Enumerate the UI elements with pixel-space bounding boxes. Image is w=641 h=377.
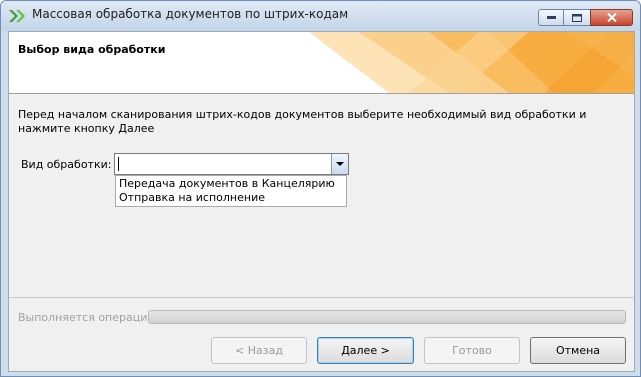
title-bar[interactable]: Массовая обработка документов по штрих-к… xyxy=(1,1,640,31)
wizard-window: Массовая обработка документов по штрих-к… xyxy=(0,0,641,377)
close-button[interactable] xyxy=(590,9,633,26)
footer-divider xyxy=(9,297,634,298)
dropdown-button[interactable] xyxy=(331,154,348,174)
progress-label: Выполняется операция xyxy=(18,311,154,324)
header-divider xyxy=(9,93,634,94)
window-title: Массовая обработка документов по штрих-к… xyxy=(32,7,349,21)
cancel-button[interactable]: Отмена xyxy=(530,337,626,364)
wizard-client-area: Выбор вида обработки Перед началом скани… xyxy=(8,31,635,372)
finish-button[interactable]: Готово xyxy=(424,337,520,364)
maximize-icon xyxy=(572,13,582,22)
window-controls xyxy=(538,9,633,26)
instruction-text: Перед началом сканирования штрих-кодов д… xyxy=(18,108,587,135)
next-button[interactable]: Далее > xyxy=(317,337,414,364)
double-chevron-right-icon xyxy=(9,10,25,22)
dropdown-option-execution[interactable]: Отправка на исполнение xyxy=(119,191,265,204)
back-button[interactable]: < Назад xyxy=(211,337,307,364)
step-title: Выбор вида обработки xyxy=(18,43,166,56)
operation-progress-bar xyxy=(148,310,626,324)
close-icon xyxy=(606,13,617,22)
processing-type-combobox[interactable] xyxy=(114,153,349,175)
dropdown-option-chancellery[interactable]: Передача документов в Канцелярию xyxy=(119,177,335,190)
chevron-down-icon xyxy=(336,162,344,166)
minimize-icon xyxy=(546,16,556,19)
header-decoration xyxy=(309,32,634,93)
text-caret xyxy=(118,157,119,171)
processing-type-label: Вид обработки: xyxy=(21,158,112,171)
maximize-button[interactable] xyxy=(564,9,590,26)
wizard-header: Выбор вида обработки xyxy=(9,32,634,93)
processing-type-dropdown-list: Передача документов в Канцелярию Отправк… xyxy=(115,175,347,207)
minimize-button[interactable] xyxy=(538,9,564,26)
